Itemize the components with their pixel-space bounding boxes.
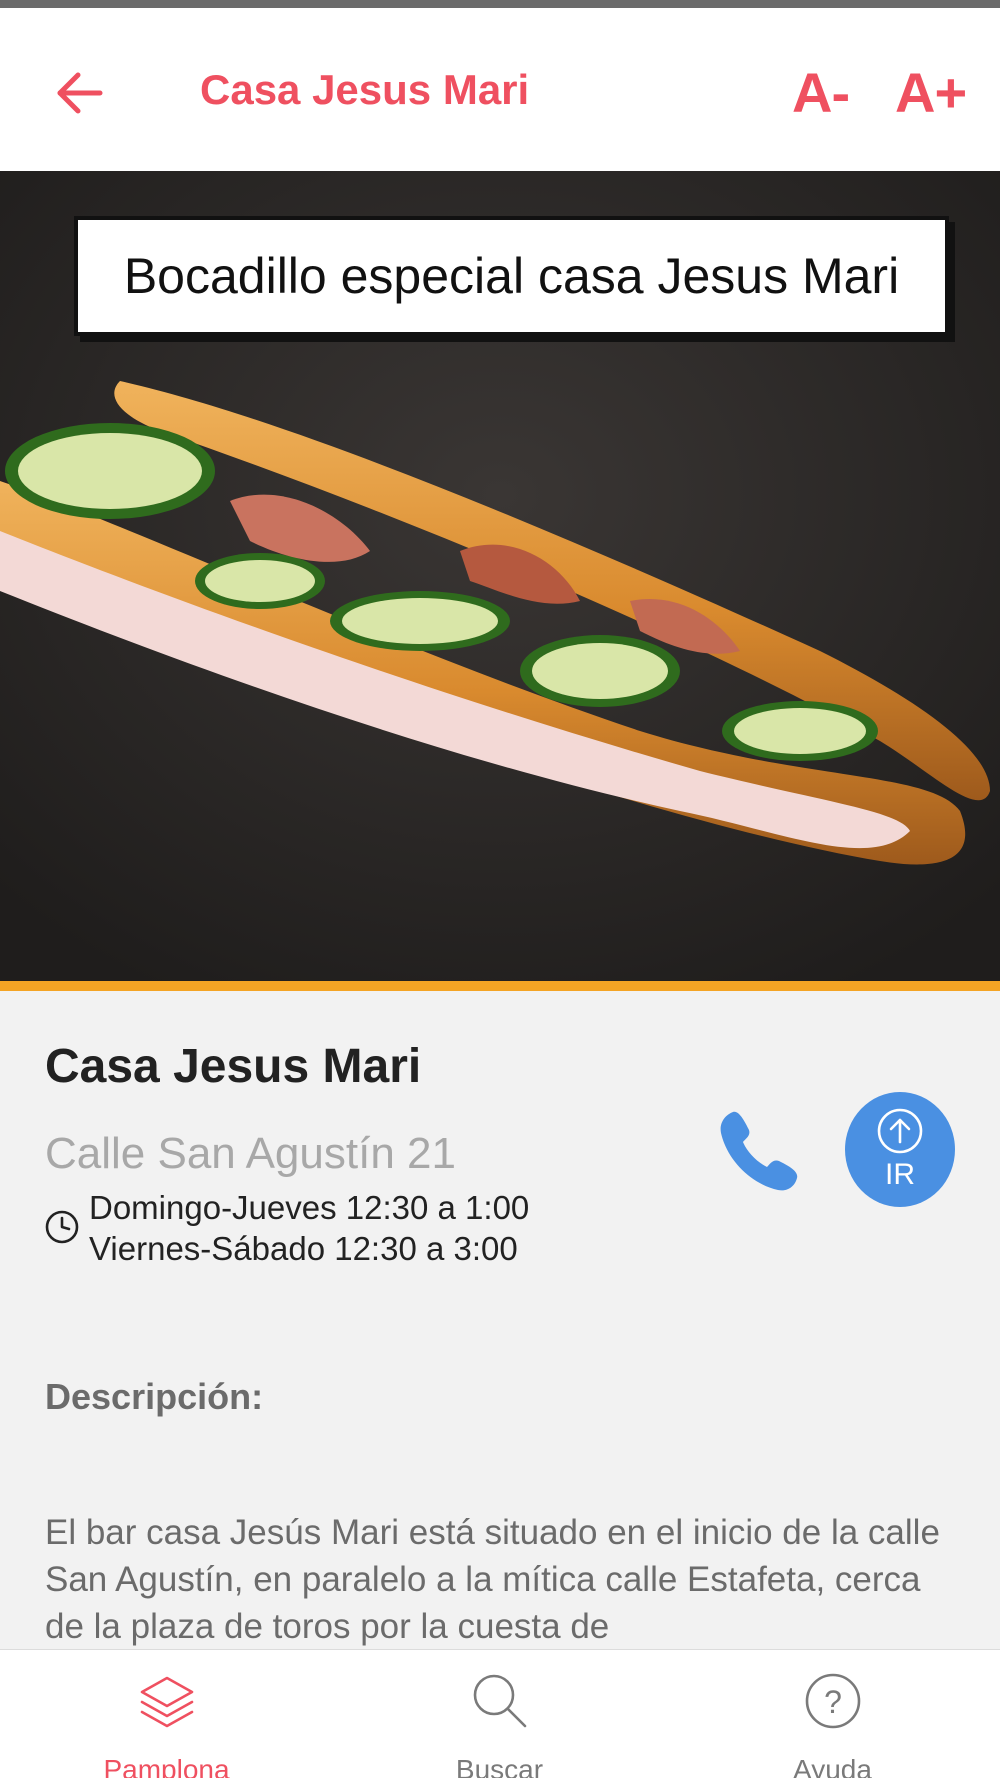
call-button[interactable] [715,1106,805,1196]
nav-item-pamplona[interactable]: Pamplona [0,1650,333,1778]
search-icon [473,1674,527,1728]
accent-divider [0,981,1000,991]
nav-item-buscar[interactable]: Buscar [333,1650,666,1778]
directions-button[interactable]: IR [845,1092,955,1207]
help-icon: ? [805,1673,861,1729]
app-bar: Casa Jesus Mari A- A+ [0,8,1000,171]
hours-line: Viernes-Sábado 12:30 a 3:00 [89,1230,518,1267]
hero-image: Bocadillo especial casa Jesus Mari [0,171,1000,981]
font-decrease-button[interactable]: A- [792,60,850,125]
clock-icon [45,1210,79,1244]
hero-caption: Bocadillo especial casa Jesus Mari [74,216,949,336]
nav-label: Ayuda [793,1754,872,1778]
hours-line: Domingo-Jueves 12:30 a 1:00 [89,1189,530,1226]
nav-label: Pamplona [103,1754,230,1778]
page-title: Casa Jesus Mari [200,66,530,113]
font-increase-button[interactable]: A+ [895,60,967,125]
svg-text:?: ? [824,1684,842,1720]
opening-hours: Domingo-Jueves 12:30 a 1:00 Viernes-Sába… [89,1187,529,1269]
back-button[interactable] [50,63,110,123]
place-address: Calle San Agustín 21 [45,1129,456,1178]
status-bar-strip [0,0,1000,8]
nav-label: Buscar [455,1754,544,1778]
description-body: El bar casa Jesús Mari está situado en e… [45,1513,940,1646]
nav-item-ayuda[interactable]: ? Ayuda [666,1650,999,1778]
arrow-up-circle-icon [877,1108,923,1154]
directions-label: IR [885,1158,915,1191]
bottom-navigation: Pamplona Buscar ? Ayuda [0,1649,1000,1778]
place-details: Casa Jesus Mari Calle San Agustín 21 Dom… [0,991,1000,1649]
place-name: Casa Jesus Mari [45,1040,422,1093]
description-heading: Descripción: [45,1376,264,1417]
layers-icon [140,1676,194,1728]
phone-icon [720,1111,798,1191]
arrow-left-icon [57,72,103,114]
